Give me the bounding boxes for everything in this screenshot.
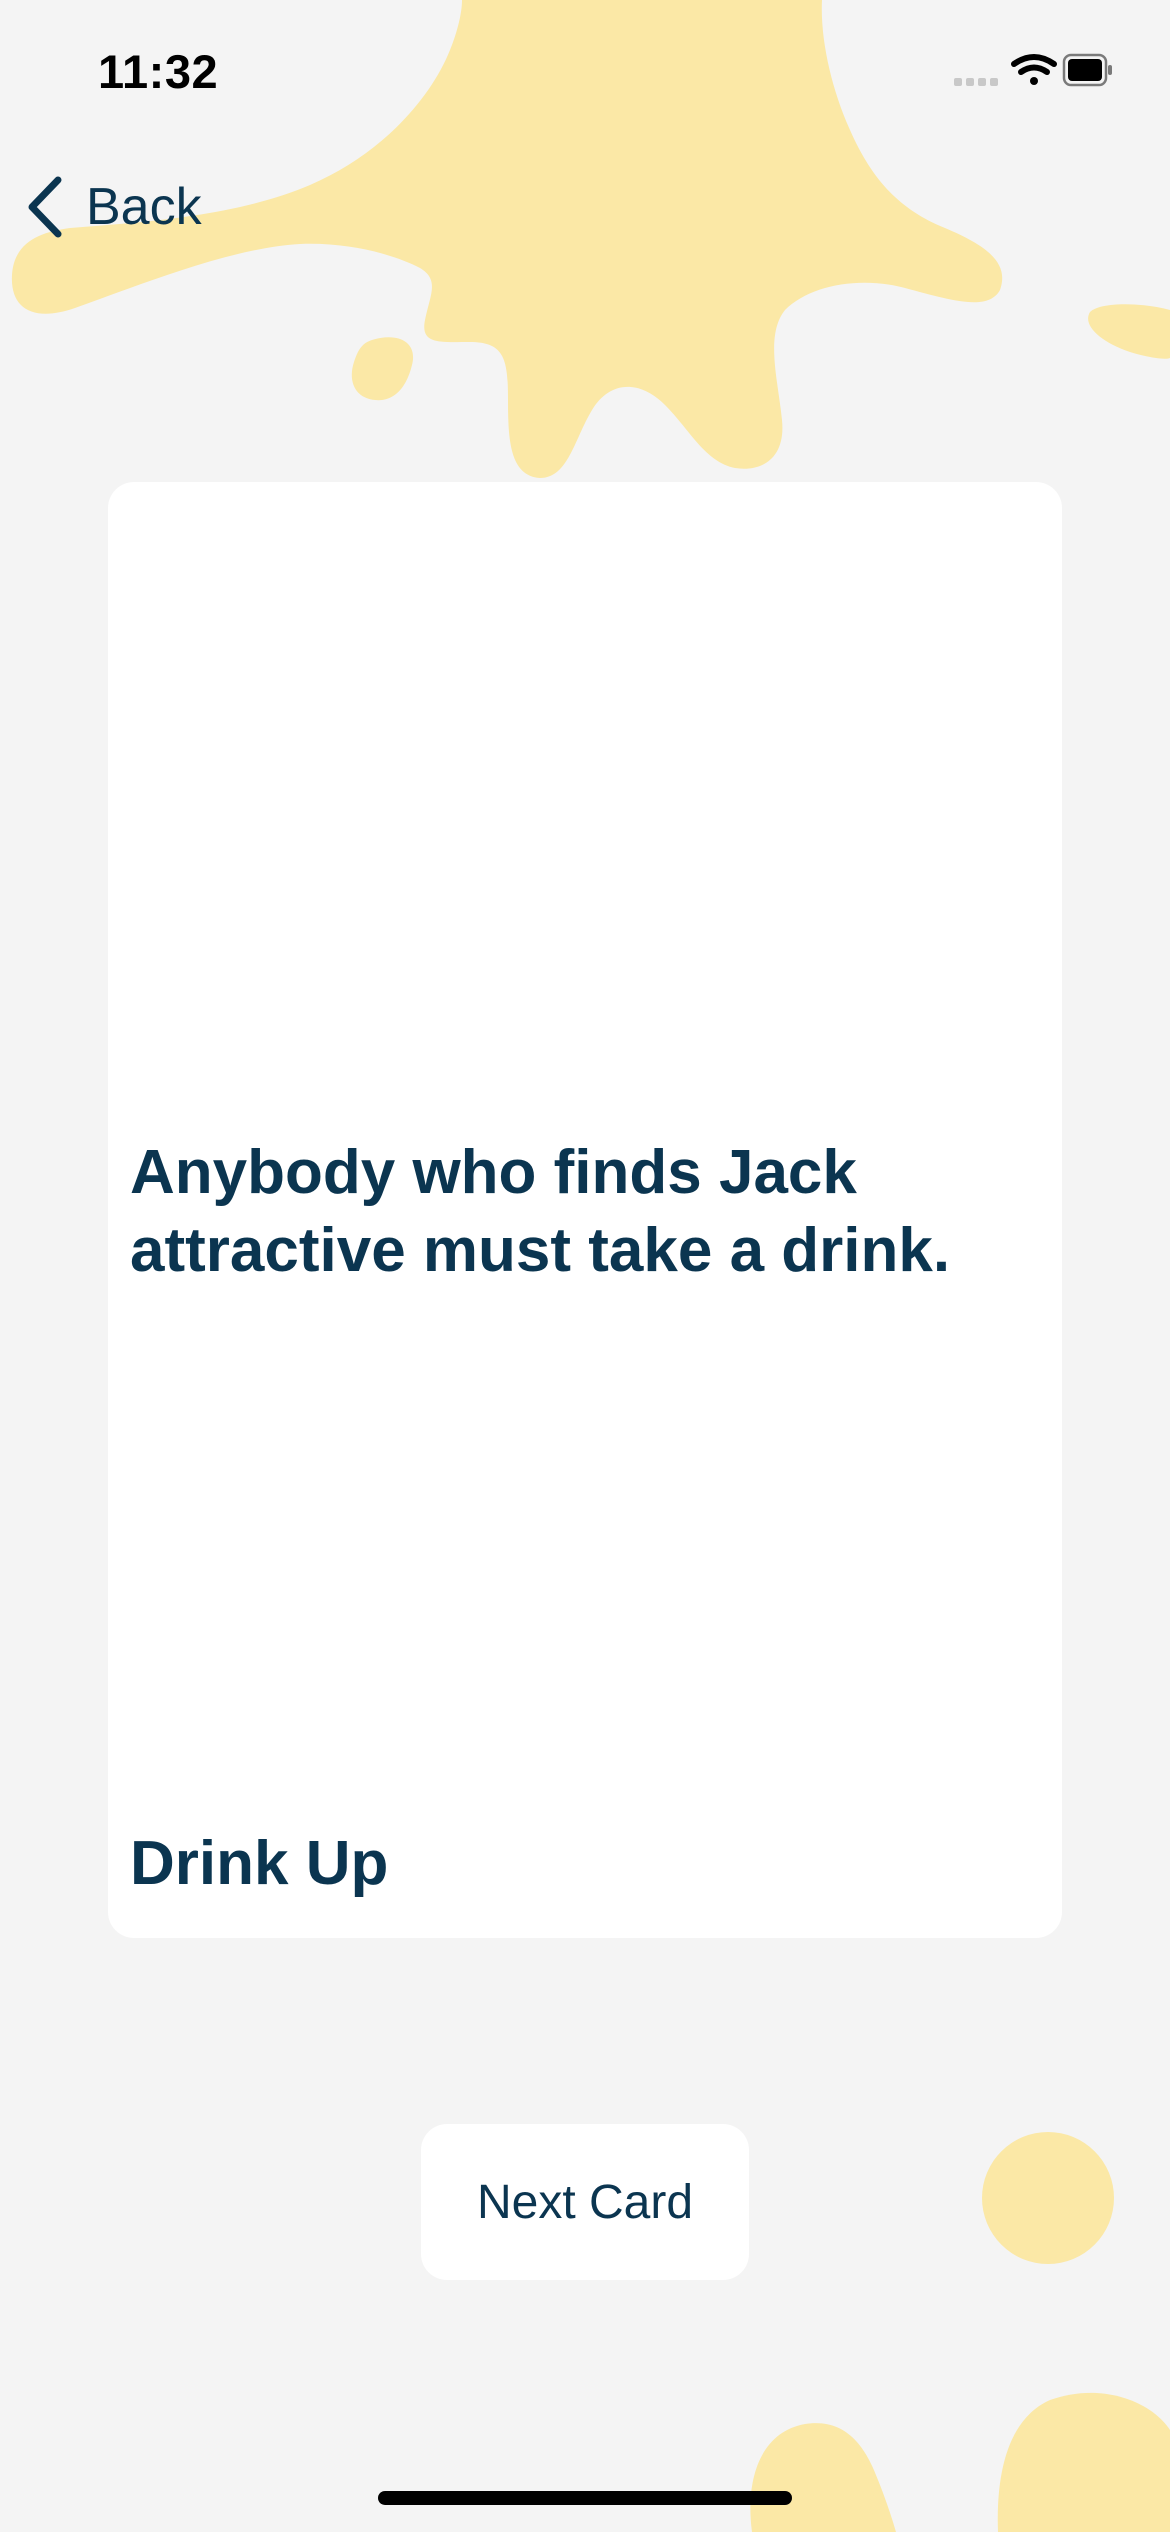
back-button[interactable]: Back	[22, 172, 202, 242]
bottom-blob-left	[750, 2423, 896, 2532]
cellular-signal-icon	[954, 78, 998, 86]
status-time: 11:32	[98, 45, 219, 98]
small-drip	[351, 337, 414, 401]
back-label: Back	[86, 178, 202, 236]
next-card-button[interactable]: Next Card	[421, 2124, 749, 2280]
card-prompt: Anybody who finds Jack attractive must t…	[130, 1138, 951, 1285]
battery-icon	[1062, 53, 1112, 87]
card-category: Drink Up	[130, 1829, 389, 1898]
edge-drop	[1088, 304, 1170, 359]
chevron-left-icon	[28, 176, 62, 238]
circle-blob	[982, 2132, 1114, 2264]
status-icons	[954, 53, 1112, 87]
bottom-blob-right	[997, 2392, 1170, 2532]
status-bar: 11:32	[0, 0, 1170, 140]
wifi-icon	[1011, 54, 1057, 85]
game-card: Anybody who finds Jack attractive must t…	[108, 482, 1062, 1938]
home-indicator[interactable]	[378, 2491, 792, 2505]
